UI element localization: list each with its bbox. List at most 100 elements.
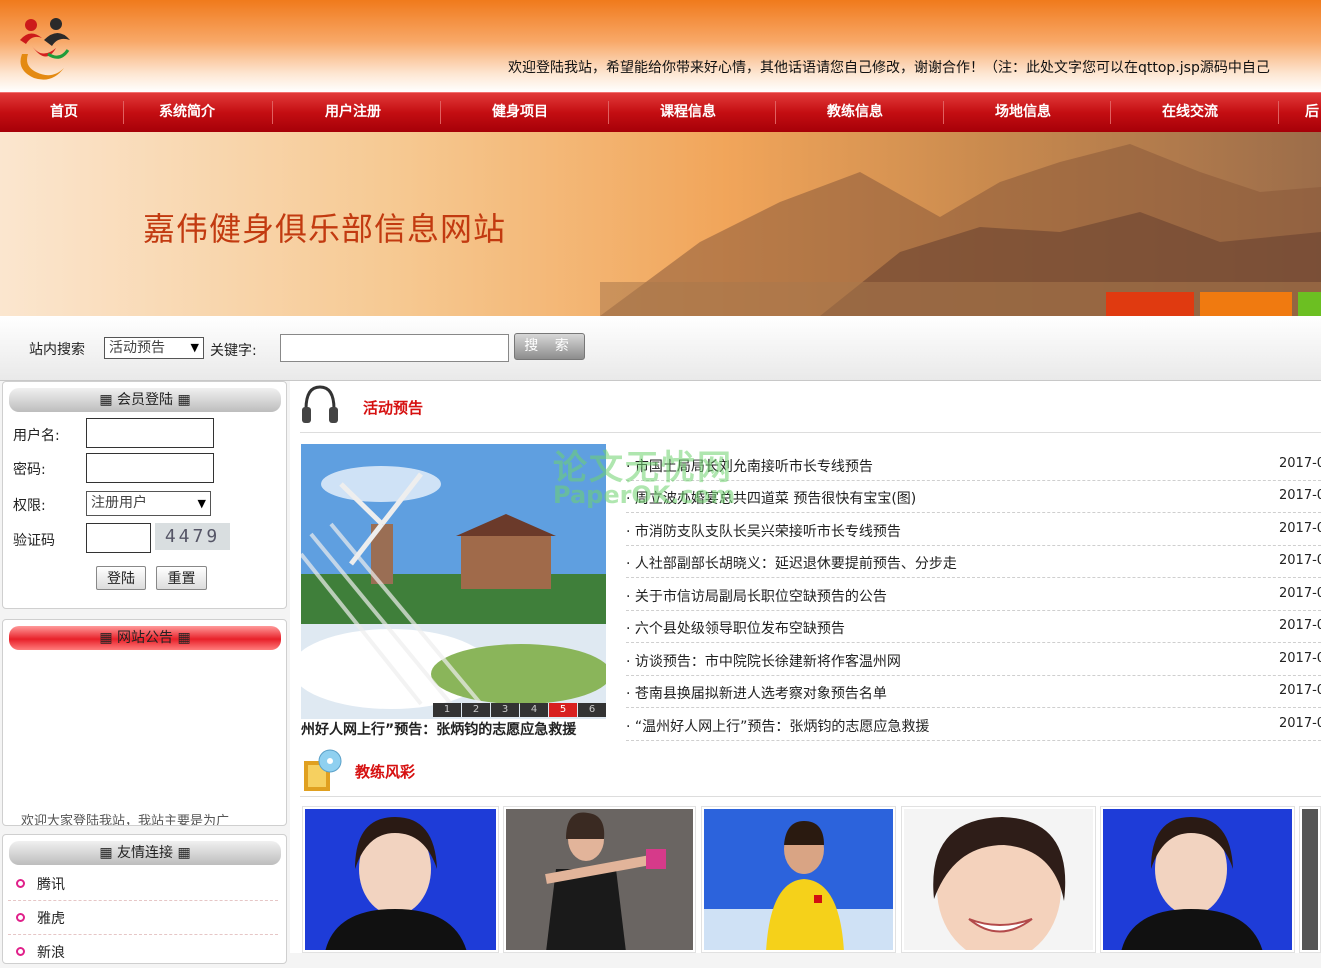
grid-icon: ▦ — [173, 630, 191, 646]
links-title: 友情连接 — [117, 845, 173, 861]
search-button[interactable]: 搜 索 — [514, 333, 585, 360]
bullet-icon — [16, 879, 25, 888]
news-item[interactable]: · 市消防支队支队长吴兴荣接听市长专线预告 2017-0 — [626, 513, 1321, 546]
nav-divider — [1110, 101, 1111, 124]
news-date: 2017-0 — [1279, 651, 1321, 666]
news-date: 2017-0 — [1279, 618, 1321, 633]
nav-item-venues[interactable]: 场地信息 — [995, 93, 1051, 132]
role-select[interactable]: 注册用户 ▼ — [86, 491, 211, 516]
captcha-input[interactable] — [86, 523, 151, 553]
nav-item-about[interactable]: 系统简介 — [159, 93, 215, 132]
friend-link-item[interactable]: 雅虎 — [8, 901, 278, 935]
password-label: 密码: — [13, 462, 46, 478]
news-date: 2017-0 — [1279, 586, 1321, 601]
notice-panel: ▦ 网站公告 ▦ 欢迎大家登陆我站，我站主要是为广 — [2, 619, 287, 826]
section-divider — [300, 432, 1321, 433]
site-header: 欢迎登陆我站，希望能给你带来好心情，其他话语请您自己修改，谢谢合作！（注：此处文… — [0, 0, 1321, 92]
news-item[interactable]: · 关于市信访局副局长职位空缺预告的公告 2017-0 — [626, 578, 1321, 611]
coach-photo[interactable] — [1299, 806, 1321, 953]
friend-link-item[interactable]: 新浪 — [8, 935, 278, 968]
slide-page-button[interactable]: 6 — [578, 703, 606, 717]
links-panel-header: ▦ 友情连接 ▦ — [9, 841, 281, 865]
slide-page-button[interactable]: 1 — [433, 703, 461, 717]
club-logo-icon[interactable] — [12, 10, 76, 82]
coach-workout-image — [506, 809, 693, 950]
nav-divider — [608, 101, 609, 124]
keyword-input[interactable] — [280, 334, 509, 362]
activity-slideshow[interactable]: 1 2 3 4 5 6 — [301, 444, 606, 719]
login-button[interactable]: 登陆 — [96, 566, 146, 590]
news-item[interactable]: · 人社部副部长胡晓义：延迟退休要提前预告、分步走 2017-0 — [626, 545, 1321, 578]
nav-item-register[interactable]: 用户注册 — [325, 93, 381, 132]
news-item[interactable]: · 苍南县换届拟新进人选考察对象预告名单 2017-0 — [626, 675, 1321, 708]
slide-page-button[interactable]: 3 — [491, 703, 519, 717]
news-title: · 访谈预告：市中院院长徐建新将作客温州网 — [626, 654, 901, 670]
news-title: · 六个县处级领导职位发布空缺预告 — [626, 621, 845, 637]
news-date: 2017-0 — [1279, 683, 1321, 698]
grid-icon: ▦ — [173, 845, 191, 861]
nav-item-courses[interactable]: 课程信息 — [660, 93, 716, 132]
nav-item-admin[interactable]: 后 — [1305, 93, 1319, 132]
grid-icon: ▦ — [99, 630, 117, 646]
news-date: 2017-0 — [1279, 553, 1321, 568]
bullet-icon — [16, 947, 25, 956]
news-item[interactable]: · “温州好人网上行”预告：张炳钧的志愿应急救援 2017-0 — [626, 708, 1321, 741]
coach-smiling-image — [933, 817, 1066, 950]
news-item[interactable]: · 访谈预告：市中院院长徐建新将作客温州网 2017-0 — [626, 643, 1321, 676]
username-input[interactable] — [86, 418, 214, 448]
coach-photo[interactable] — [1100, 806, 1295, 953]
search-category-value: 活动预告 — [109, 340, 165, 356]
nav-item-forum[interactable]: 在线交流 — [1162, 93, 1218, 132]
coach-photo[interactable] — [503, 806, 696, 953]
slide-pager: 1 2 3 4 5 6 — [432, 703, 606, 717]
notice-scroll-text: 欢迎大家登陆我站，我站主要是为广 — [21, 814, 230, 826]
password-input[interactable] — [86, 453, 214, 483]
news-item[interactable]: · 市国土局局长刘允南接听市长专线预告 2017-0 — [626, 448, 1321, 481]
reset-button[interactable]: 重置 — [156, 566, 207, 590]
news-title: · 周立波办婚宴总共四道菜 预告很快有宝宝(图) — [626, 491, 917, 507]
news-date: 2017-0 — [1279, 521, 1321, 536]
coach-skater-image — [704, 809, 893, 950]
grid-icon: ▦ — [173, 392, 191, 408]
coach-photo[interactable] — [302, 806, 499, 953]
site-title: 嘉伟健身俱乐部信息网站 — [143, 210, 507, 248]
news-item[interactable]: · 六个县处级领导职位发布空缺预告 2017-0 — [626, 610, 1321, 643]
main-nav: 首页 系统简介 用户注册 健身项目 课程信息 教练信息 场地信息 在线交流 后 — [0, 92, 1321, 133]
nav-divider — [775, 101, 776, 124]
windmill-landscape-image — [301, 444, 606, 719]
news-title: · 市消防支队支队长吴兴荣接听市长专线预告 — [626, 524, 901, 540]
slide-page-button[interactable]: 4 — [520, 703, 548, 717]
nav-item-home[interactable]: 首页 — [50, 93, 78, 132]
slide-page-button-active[interactable]: 5 — [549, 703, 577, 717]
banner: 嘉伟健身俱乐部信息网站 — [0, 132, 1321, 316]
captcha-image[interactable]: 4479 — [155, 523, 230, 550]
grid-icon: ▦ — [99, 392, 117, 408]
nav-item-fitness[interactable]: 健身项目 — [492, 93, 548, 132]
keyword-label: 关键字: — [210, 343, 257, 359]
friend-link-label: 腾讯 — [37, 877, 65, 893]
search-category-select[interactable]: 活动预告 ▼ — [104, 337, 204, 359]
coach-portrait-image — [325, 817, 467, 950]
nav-item-coaches[interactable]: 教练信息 — [827, 93, 883, 132]
role-label: 权限: — [13, 498, 46, 514]
notice-title: 网站公告 — [117, 630, 173, 646]
news-date: 2017-0 — [1279, 488, 1321, 503]
notice-panel-header: ▦ 网站公告 ▦ — [9, 626, 281, 650]
dropdown-arrow-icon: ▼ — [190, 341, 199, 354]
coaches-section-title: 教练风彩 — [355, 763, 416, 781]
slide-caption[interactable]: 州好人网上行”预告：张炳钧的志愿应急救援 — [301, 719, 606, 739]
news-date: 2017-0 — [1279, 716, 1321, 731]
coach-photo[interactable] — [701, 806, 896, 953]
news-item[interactable]: · 周立波办婚宴总共四道菜 预告很快有宝宝(图) 2017-0 — [626, 480, 1321, 513]
coach-photo[interactable] — [901, 806, 1096, 953]
news-title: · 苍南县换届拟新进人选考察对象预告名单 — [626, 686, 887, 702]
slide-page-button[interactable]: 2 — [462, 703, 490, 717]
headphones-icon — [302, 385, 338, 423]
bullet-icon — [16, 913, 25, 922]
login-panel-header: ▦ 会员登陆 ▦ — [9, 388, 281, 412]
nav-divider — [123, 101, 124, 124]
nav-divider — [440, 101, 441, 124]
friend-link-item[interactable]: 腾讯 — [8, 867, 278, 901]
news-title: · “温州好人网上行”预告：张炳钧的志愿应急救援 — [626, 719, 930, 735]
coach-portrait-image — [1121, 817, 1263, 950]
